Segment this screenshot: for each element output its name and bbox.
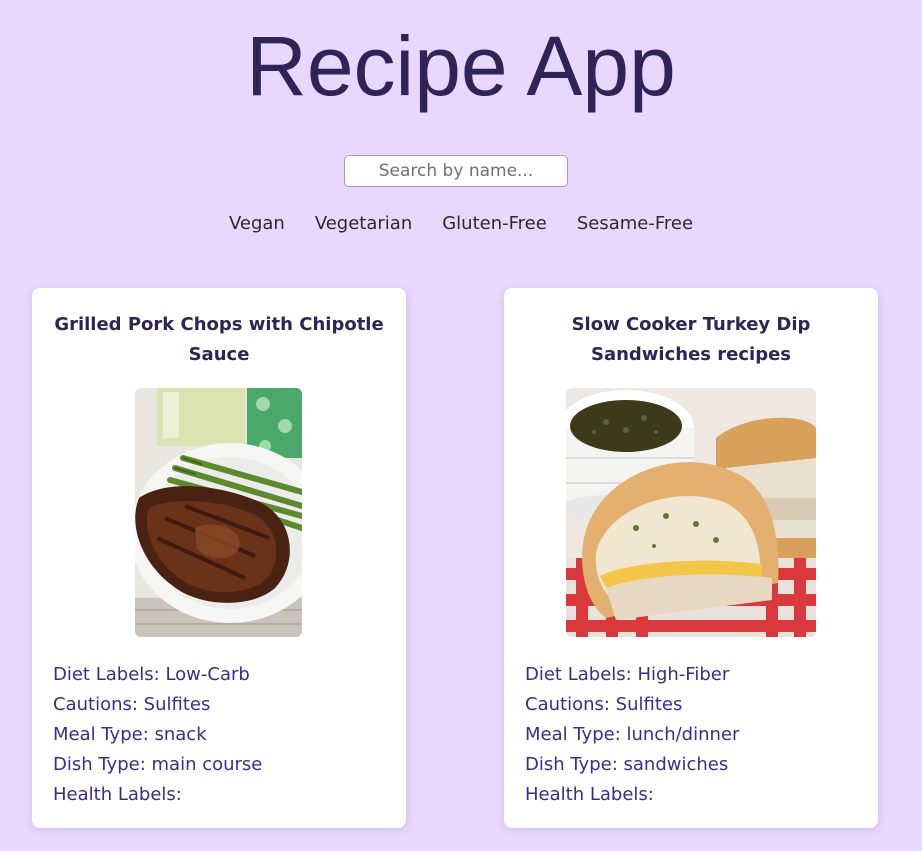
recipe-image — [566, 388, 816, 637]
turkey-dip-sandwich-photo — [566, 388, 816, 637]
filter-sesame-free[interactable]: Sesame-Free — [577, 209, 693, 239]
diet-labels: Diet Labels: High-Fiber — [525, 664, 730, 685]
recipe-title: Grilled Pork Chops with Chipotle Sauce — [54, 314, 384, 365]
app-title: Recipe App — [246, 19, 676, 113]
filter-vegan[interactable]: Vegan — [229, 209, 285, 239]
diet-labels: Diet Labels: Low-Carb — [53, 664, 250, 685]
recipe-details: Diet Labels: High-Fiber Cautions: Sulfit… — [525, 660, 739, 810]
cautions: Cautions: Sulfites — [53, 694, 211, 715]
dish-type: Dish Type: sandwiches — [525, 754, 729, 775]
diet-filter-list: Vegan Vegetarian Gluten-Free Sesame-Free — [0, 209, 922, 239]
search-input[interactable] — [344, 155, 568, 187]
filter-gluten-free[interactable]: Gluten-Free — [442, 209, 547, 239]
health-labels: Health Labels: — [525, 784, 654, 805]
recipe-details: Diet Labels: Low-Carb Cautions: Sulfites… — [53, 660, 262, 810]
meal-type: Meal Type: snack — [53, 724, 207, 745]
filter-vegetarian[interactable]: Vegetarian — [315, 209, 412, 239]
dish-type: Dish Type: main course — [53, 754, 263, 775]
recipe-card: Grilled Pork Chops with Chipotle Sauce D… — [32, 288, 406, 828]
recipe-image — [135, 388, 302, 637]
cautions: Cautions: Sulfites — [525, 694, 683, 715]
recipe-title: Slow Cooker Turkey Dip Sandwiches recipe… — [571, 314, 811, 365]
pork-chop-photo — [135, 388, 302, 637]
health-labels: Health Labels: — [53, 784, 182, 805]
meal-type: Meal Type: lunch/dinner — [525, 724, 740, 745]
recipe-card: Slow Cooker Turkey Dip Sandwiches recipe… — [504, 288, 878, 828]
